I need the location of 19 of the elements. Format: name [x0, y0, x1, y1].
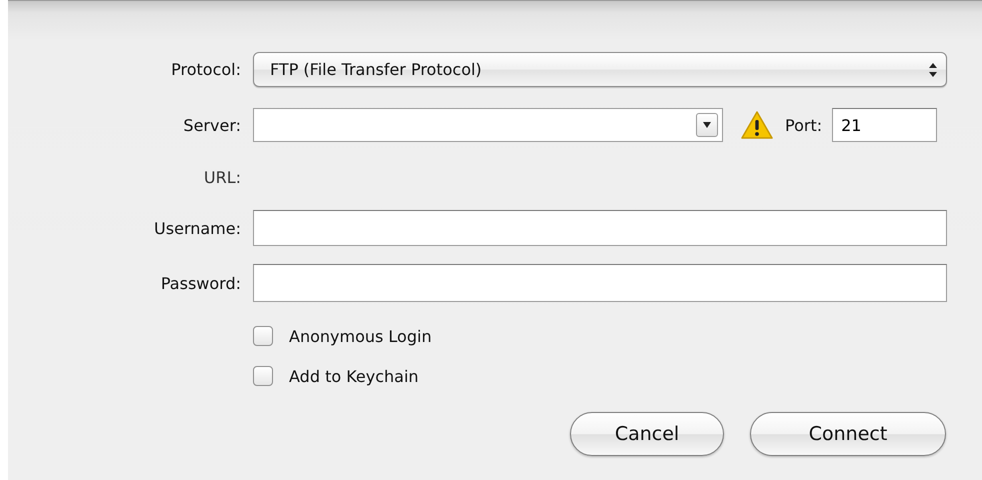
username-field[interactable]	[253, 210, 947, 246]
cancel-button[interactable]: Cancel	[570, 412, 724, 456]
checkbox[interactable]	[253, 326, 273, 346]
checkbox-label: Add to Keychain	[289, 366, 419, 386]
caret-icon	[703, 122, 711, 128]
protocol-popup[interactable]: FTP (File Transfer Protocol)	[253, 52, 947, 87]
dropdown-button[interactable]	[696, 113, 718, 137]
password-field[interactable]	[253, 264, 947, 302]
checkbox[interactable]	[253, 366, 273, 386]
connect-button[interactable]: Connect	[750, 412, 946, 456]
protocol-label: Protocol:	[171, 60, 241, 79]
checkbox-label: Anonymous Login	[289, 326, 432, 346]
port-label: Port:	[785, 116, 822, 134]
url-label: URL:	[204, 168, 241, 186]
username-label: Username:	[154, 218, 241, 238]
server-label: Server:	[183, 116, 241, 134]
port-field[interactable]: 21	[832, 108, 938, 142]
password-label: Password:	[160, 274, 241, 292]
stepper-arrows-icon	[928, 62, 938, 78]
